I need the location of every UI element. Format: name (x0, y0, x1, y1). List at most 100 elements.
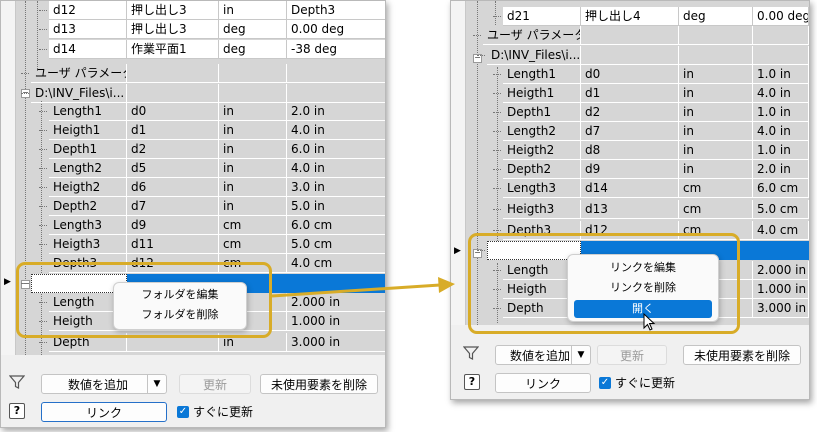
parameter-name-cell: Depth2 (49, 197, 127, 216)
filter-icon[interactable] (461, 345, 481, 365)
table-row[interactable]: Heigth2 d8 in 1.0 in (451, 141, 809, 160)
table-row[interactable]: Length3 d9 cm 6.0 cm (1, 216, 385, 235)
help-icon[interactable]: ? (464, 374, 480, 390)
tree-branch (493, 16, 501, 17)
parameter-name-cell: Heigth2 (49, 178, 127, 197)
unit-cell[interactable]: in (219, 1, 287, 20)
table-row[interactable]: Length1 d0 in 2.0 in (1, 102, 385, 121)
tree-branch (493, 169, 501, 170)
model-value-cell: d0 (581, 65, 679, 84)
parameter-name-cell: Depth1 (49, 140, 127, 159)
unit-cell[interactable]: deg (219, 40, 287, 59)
parameter-name-cell: Length2 (503, 122, 581, 141)
add-value-button[interactable]: 数値を追加 ▼ (41, 374, 167, 394)
equation-cell: 5.0 cm (753, 200, 809, 219)
equation-cell[interactable]: 0.00 deg (753, 7, 809, 26)
unit-cell: in (219, 159, 287, 178)
model-value-cell[interactable]: 作業平面1 (127, 40, 219, 59)
unit-cell: in (219, 197, 287, 216)
equation-cell: 4.0 in (753, 84, 809, 103)
model-value-cell (581, 46, 679, 65)
equation-cell (287, 64, 385, 83)
equation-cell[interactable]: 0.00 deg (287, 20, 385, 39)
unit-cell (679, 26, 753, 45)
toolbar-row-2: ? リンク ✓ すぐに更新 (1, 402, 385, 424)
tree-branch (39, 49, 47, 50)
unit-cell: cm (679, 179, 753, 198)
filter-icon[interactable] (7, 374, 27, 394)
update-button[interactable]: 更新 (179, 374, 251, 394)
table-row[interactable]: Depth2 d7 in 5.0 in (1, 197, 385, 216)
immediate-update-label: すぐに更新 (615, 376, 676, 390)
table-row[interactable]: d12 押し出し3 in Depth3 (1, 1, 385, 20)
table-row[interactable]: Heigth3 d13 cm 5.0 cm (451, 200, 809, 219)
equation-cell[interactable]: Depth3 (287, 1, 385, 20)
parameters-dialog-right: ▶ − − d21 押し出し4 deg 0.00 deg ユーザ パラメータ D:\INV… (450, 0, 810, 400)
table-row[interactable]: Depth1 d2 in 6.0 in (1, 140, 385, 159)
table-row[interactable]: Heigth1 d1 in 4.0 in (451, 84, 809, 103)
unit-cell: in (679, 141, 753, 160)
link-button[interactable]: リンク (41, 402, 167, 422)
tree-branch (39, 29, 47, 30)
parameter-name-cell: d14 (49, 40, 127, 59)
unit-cell (219, 64, 287, 83)
add-value-button[interactable]: 数値を追加 ▼ (495, 345, 591, 365)
table-row[interactable]: D:\INV_Files\i... (1, 84, 385, 103)
model-value-cell: d7 (127, 197, 219, 216)
table-row[interactable]: ユーザ パラメータ (1, 64, 385, 83)
table-row[interactable]: Length1 d0 in 1.0 in (451, 65, 809, 84)
equation-cell: 6.0 in (287, 140, 385, 159)
model-value-cell: d0 (127, 102, 219, 121)
model-value-cell: d1 (127, 121, 219, 140)
table-row[interactable]: Heigth1 d1 in 4.0 in (1, 121, 385, 140)
tree-branch (493, 209, 501, 210)
unit-cell: cm (219, 216, 287, 235)
unit-cell: in (679, 65, 753, 84)
purge-unused-button[interactable]: 未使用要素を削除 (683, 345, 801, 365)
table-row[interactable]: Depth1 d2 in 1.0 in (451, 103, 809, 122)
immediate-update-checkbox[interactable]: ✓ (177, 406, 189, 418)
model-value-cell: d8 (581, 141, 679, 160)
table-row[interactable]: Length2 d7 in 4.0 in (451, 122, 809, 141)
equation-cell[interactable]: -38 deg (287, 40, 385, 59)
table-row[interactable]: d14 作業平面1 deg -38 deg (1, 40, 385, 59)
equation-cell: 4.0 in (753, 122, 809, 141)
add-value-label: 数値を追加 (68, 378, 129, 392)
chevron-down-icon[interactable]: ▼ (571, 346, 590, 364)
help-icon[interactable]: ? (9, 403, 25, 419)
table-row[interactable]: Length3 d14 cm 6.0 cm (451, 179, 809, 198)
unit-cell[interactable]: deg (679, 7, 753, 26)
parameter-name-cell: d21 (503, 7, 581, 26)
update-button[interactable]: 更新 (597, 345, 667, 365)
tree-branch (493, 131, 501, 132)
model-value-cell: d1 (581, 84, 679, 103)
tree-branch (21, 73, 29, 74)
equation-cell: 4.0 cm (753, 221, 809, 240)
model-value-cell (581, 26, 679, 45)
table-row[interactable]: d21 押し出し4 deg 0.00 deg (451, 7, 809, 26)
equation-cell: 1.000 in (287, 312, 385, 331)
model-value-cell[interactable]: 押し出し4 (581, 7, 679, 26)
table-row[interactable]: ユーザ パラメータ (451, 26, 809, 45)
table-row[interactable]: Heigth3 d11 cm 5.0 cm (1, 235, 385, 254)
toolbar-row-1: 数値を追加 ▼ 更新 未使用要素を削除 (451, 345, 809, 367)
link-button[interactable]: リンク (495, 373, 591, 393)
table-row[interactable]: Length2 d5 in 4.0 in (1, 159, 385, 178)
tree-branch (39, 225, 47, 226)
table-row[interactable]: D:\INV_Files\i... (451, 46, 809, 65)
parameter-name-cell: Depth1 (503, 103, 581, 122)
model-value-cell: d2 (581, 103, 679, 122)
parameter-name-cell: Length1 (49, 102, 127, 121)
purge-unused-button[interactable]: 未使用要素を削除 (260, 374, 378, 394)
model-value-cell[interactable]: 押し出し3 (127, 20, 219, 39)
immediate-update-checkbox[interactable]: ✓ (599, 377, 611, 389)
unit-cell[interactable]: deg (219, 20, 287, 39)
table-row[interactable]: Heigth2 d6 in 3.0 in (1, 178, 385, 197)
tree-branch (473, 35, 481, 36)
equation-cell: 1.0 in (753, 103, 809, 122)
model-value-cell[interactable]: 押し出し3 (127, 1, 219, 20)
table-row[interactable]: Depth2 d9 in 2.0 in (451, 160, 809, 179)
table-row[interactable]: d13 押し出し3 deg 0.00 deg (1, 20, 385, 39)
tree-branch (493, 93, 501, 94)
chevron-down-icon[interactable]: ▼ (147, 375, 166, 393)
